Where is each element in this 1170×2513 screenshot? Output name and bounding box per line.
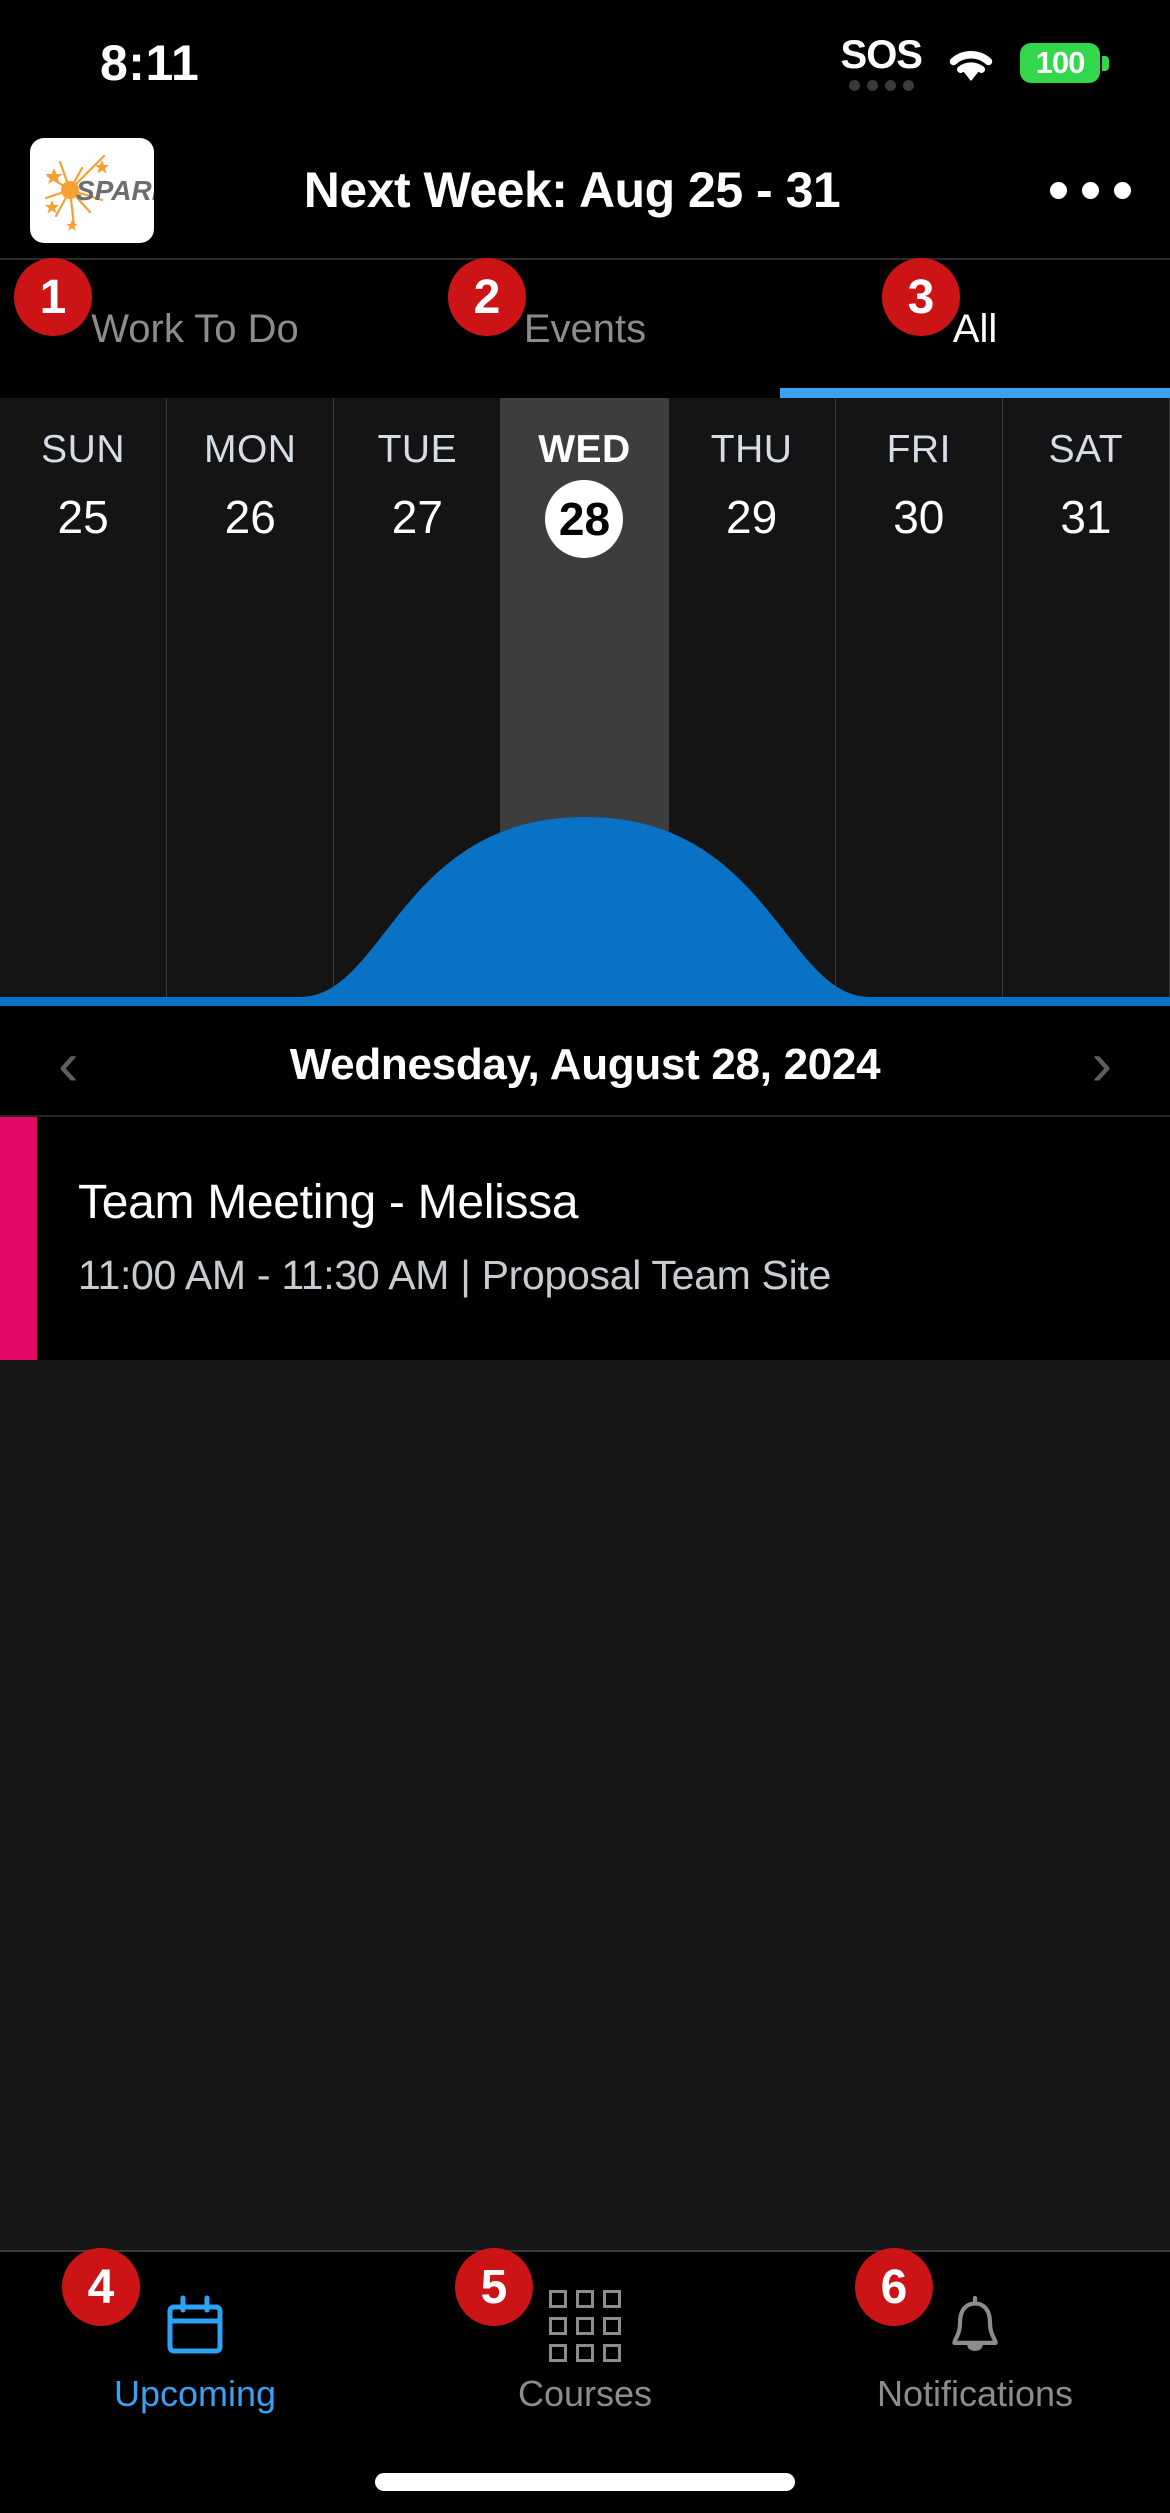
annotation-badge-2: 2 — [448, 258, 526, 336]
day-column-fri[interactable]: FRI 30 — [836, 398, 1003, 997]
day-number: 27 — [391, 491, 443, 543]
date-navigator: ‹ Wednesday, August 28, 2024 › — [0, 1015, 1170, 1115]
page-title: Next Week: Aug 25 - 31 — [303, 162, 841, 218]
event-accent-bar — [0, 1117, 37, 1360]
chevron-left-icon[interactable]: ‹ — [58, 1034, 79, 1096]
day-of-week-label: SUN — [41, 428, 125, 471]
day-of-week-label: FRI — [886, 428, 951, 471]
filter-tabs: Work To Do Events All — [0, 258, 1170, 398]
nav-item-upcoming[interactable]: Upcoming — [0, 2252, 390, 2455]
tab-all[interactable]: All — [780, 260, 1170, 398]
signal-dot — [884, 79, 896, 91]
grid-cell — [603, 2343, 621, 2362]
day-number: 29 — [726, 491, 778, 543]
event-details: 11:00 AM - 11:30 AM | Proposal Team Site — [78, 1252, 832, 1298]
status-bar-time: 8:11 — [100, 34, 200, 91]
kebab-dot — [1049, 181, 1067, 199]
nav-item-courses[interactable]: Courses — [390, 2252, 780, 2455]
tab-label: Events — [523, 306, 647, 351]
day-number-selected: 28 — [545, 480, 624, 558]
annotation-badge-3: 3 — [882, 258, 960, 336]
day-number: 30 — [893, 491, 945, 543]
tab-label: Work To Do — [91, 306, 299, 351]
day-number: 31 — [1060, 491, 1112, 543]
day-number: 25 — [57, 491, 109, 543]
week-day-strip: SUN 25 MON 26 TUE 27 WED 28 THU 29 FRI 3… — [0, 398, 1170, 1006]
grid-cell — [603, 2316, 621, 2335]
battery-indicator: 100 — [1020, 42, 1109, 83]
app-header: SPARK Next Week: Aug 25 - 31 — [0, 125, 1170, 255]
signal-dot — [902, 79, 914, 91]
kebab-dot — [1113, 181, 1131, 199]
tab-label: All — [952, 306, 998, 351]
sos-indicator: SOS — [840, 32, 923, 91]
day-column-tue[interactable]: TUE 27 — [334, 398, 502, 997]
phone-screen: 8:11 SOS 100 SPAR Next Week: Aug 25 - 31… — [0, 0, 1170, 2513]
chevron-right-icon[interactable]: › — [1091, 1034, 1112, 1096]
nav-label: Upcoming — [113, 2372, 277, 2414]
status-bar: 8:11 SOS 100 — [0, 0, 1170, 125]
day-of-week-label: MON — [203, 428, 297, 471]
grid-cell — [576, 2316, 594, 2335]
signal-dot — [848, 79, 860, 91]
annotation-badge-1: 1 — [14, 258, 92, 336]
selected-date-label: Wednesday, August 28, 2024 — [289, 1040, 881, 1089]
wifi-icon — [949, 50, 993, 81]
day-column-thu[interactable]: THU 29 — [669, 398, 836, 997]
grid-cell — [576, 2289, 594, 2308]
grid-cell — [576, 2343, 594, 2362]
nav-label: Courses — [517, 2372, 653, 2414]
grid-cell — [603, 2289, 621, 2308]
bottom-navigation: Upcoming Courses Notifications — [0, 2250, 1170, 2455]
more-options-icon[interactable] — [1030, 181, 1150, 199]
day-column-mon[interactable]: MON 26 — [167, 398, 335, 997]
day-of-week-label: WED — [538, 428, 631, 471]
home-indicator — [375, 2473, 795, 2491]
event-list: Team Meeting - Melissa 11:00 AM - 11:30 … — [0, 1115, 1170, 1360]
event-title: Team Meeting - Melissa — [78, 1176, 579, 1229]
event-card[interactable]: Team Meeting - Melissa 11:00 AM - 11:30 … — [0, 1117, 1170, 1360]
battery-percent: 100 — [1035, 44, 1086, 80]
bell-icon — [946, 2293, 1004, 2359]
status-bar-indicators: SOS 100 — [840, 32, 1109, 91]
day-column-sun[interactable]: SUN 25 — [0, 398, 168, 997]
kebab-dot — [1081, 181, 1099, 199]
nav-label: Notifications — [876, 2372, 1074, 2414]
annotation-badge-4: 4 — [62, 2248, 140, 2326]
grid-cell — [549, 2316, 567, 2335]
empty-content-area — [0, 1360, 1170, 2250]
day-of-week-label: THU — [710, 428, 793, 471]
day-column-wed[interactable]: WED 28 — [501, 398, 669, 997]
tab-events[interactable]: Events — [390, 260, 780, 398]
grid-icon — [549, 2289, 621, 2362]
day-of-week-label: SAT — [1048, 428, 1124, 471]
signal-dot — [866, 79, 878, 91]
day-of-week-label: TUE — [377, 428, 458, 471]
day-number: 26 — [224, 491, 276, 543]
calendar-icon — [164, 2293, 226, 2359]
grid-cell — [549, 2289, 567, 2308]
sos-label: SOS — [840, 32, 923, 77]
day-column-sat[interactable]: SAT 31 — [1003, 398, 1170, 997]
annotation-badge-6: 6 — [855, 2248, 933, 2326]
annotation-badge-5: 5 — [455, 2248, 533, 2326]
nav-item-notifications[interactable]: Notifications — [780, 2252, 1170, 2455]
grid-cell — [549, 2343, 567, 2362]
cellular-signal-dots — [848, 79, 914, 91]
